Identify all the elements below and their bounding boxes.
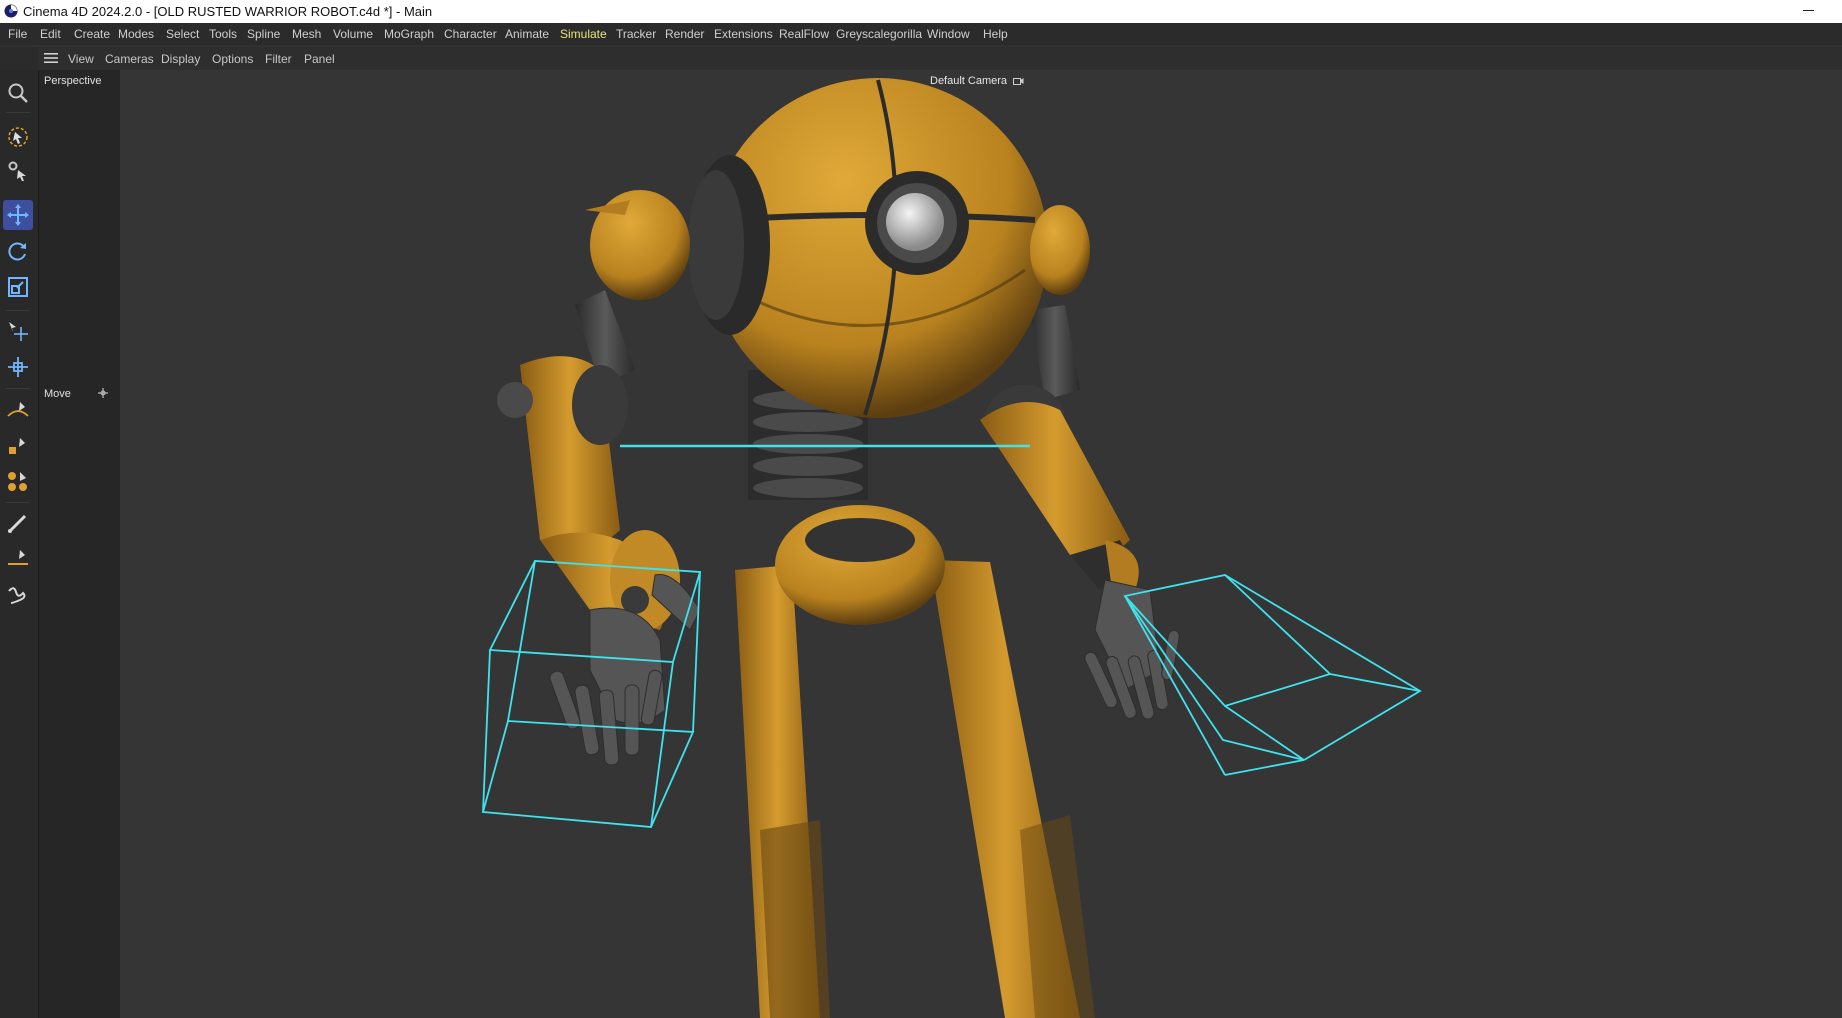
transform-icon (8, 357, 28, 377)
primitive-pen-icon (9, 438, 25, 454)
search-tool-button[interactable] (3, 78, 33, 108)
tool-palette (0, 70, 38, 1018)
viewport-menu-filter[interactable]: Filter (265, 52, 292, 66)
3d-viewport[interactable]: Default Camera (120, 70, 1842, 1018)
viewport-menu-cameras[interactable]: Cameras (105, 52, 154, 66)
robot-head (585, 78, 1090, 418)
menu-help[interactable]: Help (983, 27, 1008, 41)
menu-animate[interactable]: Animate (505, 27, 549, 41)
menu-tools[interactable]: Tools (209, 27, 237, 41)
move-object-icon (9, 322, 28, 341)
menu-file[interactable]: File (8, 27, 27, 41)
side-panel: Perspective Move (38, 70, 121, 1018)
robot-right-hand (1084, 579, 1180, 720)
robot-left-arm (497, 290, 680, 630)
move-icon (7, 204, 29, 226)
menu-tracker[interactable]: Tracker (616, 27, 656, 41)
paint-brush-icon (8, 514, 27, 533)
menu-simulate[interactable]: Simulate (560, 27, 607, 41)
viewport-menu-view[interactable]: View (68, 52, 94, 66)
menu-realflow[interactable]: RealFlow (779, 27, 829, 41)
hamburger-menu-icon[interactable] (44, 52, 58, 64)
menu-extensions[interactable]: Extensions (714, 27, 773, 41)
menu-mesh[interactable]: Mesh (292, 27, 321, 41)
mograph-cloner-icon (8, 472, 27, 491)
menu-greyscalegorilla[interactable]: Greyscalegorilla (836, 27, 922, 41)
title-bar: Cinema 4D 2024.2.0 - [OLD RUSTED WARRIOR… (0, 0, 1842, 23)
sketch-tool-button[interactable] (3, 580, 33, 610)
move-object-tool-button[interactable] (3, 316, 33, 346)
transform-tool-button[interactable] (3, 352, 33, 382)
robot-scene[interactable] (120, 70, 1842, 1018)
line-pen-tool-button[interactable] (3, 544, 33, 574)
rotate-tool-button[interactable] (3, 236, 33, 266)
menu-window[interactable]: Window (927, 27, 970, 41)
menu-modes[interactable]: Modes (118, 27, 154, 41)
line-pen-icon (8, 550, 28, 565)
view-name-label: Perspective (44, 75, 102, 87)
scale-icon (8, 277, 28, 297)
toolbar-grip (0, 47, 38, 70)
menu-volume[interactable]: Volume (333, 27, 373, 41)
live-selection-icon (8, 127, 28, 147)
menu-character[interactable]: Character (444, 27, 497, 41)
menu-create[interactable]: Create (74, 27, 110, 41)
viewport-menu-display[interactable]: Display (161, 52, 200, 66)
paint-brush-tool-button[interactable] (3, 508, 33, 538)
menu-spline[interactable]: Spline (247, 27, 280, 41)
menu-select[interactable]: Select (166, 27, 199, 41)
tweak-icon (8, 161, 26, 181)
scale-tool-button[interactable] (3, 272, 33, 302)
active-tool-label: Move (44, 388, 71, 400)
tweak-tool-button[interactable] (3, 156, 33, 186)
spline-pen-icon (7, 402, 29, 417)
move-small-icon[interactable] (97, 387, 109, 399)
main-menu-bar: File Edit Create Modes Select Tools Spli… (0, 23, 1842, 45)
live-selection-button[interactable] (3, 122, 33, 152)
move-tool-button[interactable] (3, 200, 33, 230)
window-title: Cinema 4D 2024.2.0 - [OLD RUSTED WARRIOR… (23, 4, 433, 19)
mograph-cloner-tool-button[interactable] (3, 467, 33, 497)
robot-legs (735, 560, 1095, 1018)
minimize-icon[interactable] (1803, 10, 1814, 11)
menu-mograph[interactable]: MoGraph (384, 27, 434, 41)
menu-render[interactable]: Render (665, 27, 704, 41)
viewport-menu-options[interactable]: Options (212, 52, 253, 66)
primitive-pen-tool-button[interactable] (3, 431, 33, 461)
viewport-menu-bar: View Cameras Display Options Filter Pane… (38, 47, 1842, 70)
right-hand-bounding-box (1123, 574, 1422, 776)
camera-label[interactable]: Default Camera (930, 75, 1007, 87)
camera-lock-icon[interactable] (1013, 76, 1024, 85)
cinema4d-logo-icon (4, 4, 18, 18)
spline-pen-tool-button[interactable] (3, 395, 33, 425)
search-icon (8, 83, 28, 103)
menu-edit[interactable]: Edit (40, 27, 61, 41)
sketch-icon (8, 587, 26, 604)
rotate-icon (8, 242, 26, 261)
viewport-menu-panel[interactable]: Panel (304, 52, 335, 66)
